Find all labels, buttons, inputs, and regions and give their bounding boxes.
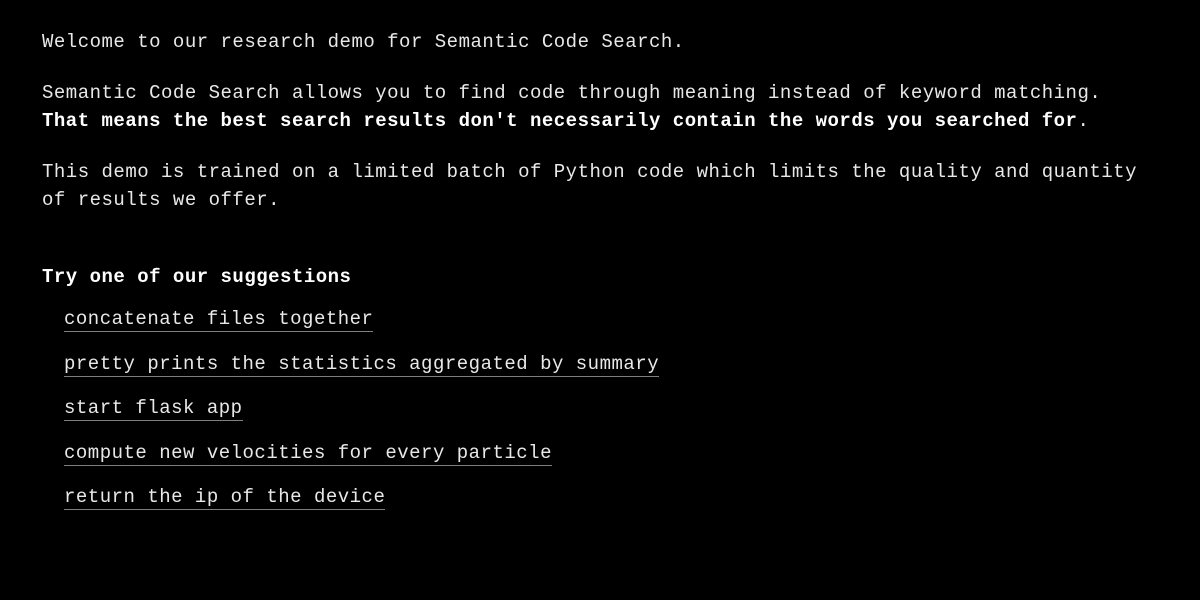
intro-p2-lead: Semantic Code Search allows you to find …	[42, 82, 1101, 104]
suggestion-link-concatenate[interactable]: concatenate files together	[64, 308, 373, 332]
suggestion-link-compute-velocities[interactable]: compute new velocities for every particl…	[64, 442, 552, 466]
suggestion-item: return the ip of the device	[64, 483, 1158, 512]
suggestion-link-start-flask[interactable]: start flask app	[64, 397, 243, 421]
intro-p2-tail: .	[1077, 110, 1089, 132]
suggestion-link-return-ip[interactable]: return the ip of the device	[64, 486, 385, 510]
intro-paragraph-3: This demo is trained on a limited batch …	[42, 158, 1158, 215]
intro-paragraph-2: Semantic Code Search allows you to find …	[42, 79, 1158, 136]
suggestions-header: Try one of our suggestions	[42, 263, 1158, 292]
suggestion-item: concatenate files together	[64, 305, 1158, 334]
suggestion-item: start flask app	[64, 394, 1158, 423]
suggestion-link-pretty-prints[interactable]: pretty prints the statistics aggregated …	[64, 353, 659, 377]
suggestion-list: concatenate files together pretty prints…	[42, 305, 1158, 512]
suggestion-item: compute new velocities for every particl…	[64, 439, 1158, 468]
suggestion-item: pretty prints the statistics aggregated …	[64, 350, 1158, 379]
intro-p2-bold: That means the best search results don't…	[42, 110, 1077, 132]
intro-paragraph-1: Welcome to our research demo for Semanti…	[42, 28, 1158, 57]
